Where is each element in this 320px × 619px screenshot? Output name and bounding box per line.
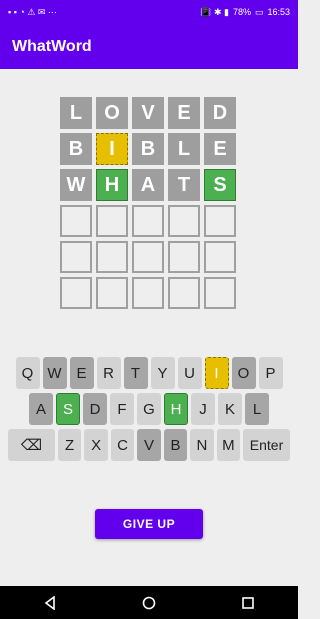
- board-cell: [60, 277, 92, 309]
- board-cell: S: [204, 169, 236, 201]
- board-cell: [168, 205, 200, 237]
- board-row: [60, 277, 240, 309]
- board-cell: T: [168, 169, 200, 201]
- signal-icons: 📳 ✱ ▮: [200, 6, 229, 17]
- board-cell: O: [96, 97, 128, 129]
- key-g[interactable]: G: [137, 393, 161, 425]
- board-cell: [168, 241, 200, 273]
- key-n[interactable]: N: [190, 429, 214, 461]
- key-e[interactable]: E: [69, 357, 94, 389]
- board-row: [60, 241, 240, 273]
- board-cell: [60, 205, 92, 237]
- key-o[interactable]: O: [231, 357, 256, 389]
- keyboard-row: ⌫ Z X C V B N M Enter: [8, 429, 290, 461]
- key-z[interactable]: Z: [57, 429, 82, 461]
- keyboard-row: ASDFGHJKL: [8, 393, 290, 425]
- board-row: LOVED: [60, 97, 240, 129]
- key-k[interactable]: K: [218, 393, 242, 425]
- backspace-key[interactable]: ⌫: [8, 429, 55, 461]
- status-bar: ▪ ▪ ◔ ⚠ ✉ ⋯ 📳 ✱ ▮ 78% ▭ 16:53: [0, 0, 298, 24]
- recents-square-icon[interactable]: [228, 586, 268, 619]
- board-cell: B: [60, 133, 92, 165]
- key-w[interactable]: W: [42, 357, 67, 389]
- board-row: WHATS: [60, 169, 240, 201]
- system-nav-bar: [0, 586, 298, 619]
- app-title: WhatWord: [12, 37, 92, 55]
- key-x[interactable]: X: [84, 429, 108, 461]
- app-bar: WhatWord: [0, 24, 298, 69]
- key-r[interactable]: R: [96, 357, 121, 389]
- key-p[interactable]: P: [258, 357, 283, 389]
- key-y[interactable]: Y: [150, 357, 175, 389]
- board-cell: L: [168, 133, 200, 165]
- key-u[interactable]: U: [177, 357, 202, 389]
- status-right: 📳 ✱ ▮ 78% ▭ 16:53: [200, 7, 290, 18]
- give-up-button[interactable]: GIVE UP: [95, 509, 203, 539]
- key-v[interactable]: V: [137, 429, 161, 461]
- key-h[interactable]: H: [164, 393, 188, 425]
- back-triangle-icon[interactable]: [30, 586, 70, 619]
- board-cell: H: [96, 169, 128, 201]
- key-c[interactable]: C: [110, 429, 135, 461]
- board-cell: [132, 241, 164, 273]
- board-cell: E: [204, 133, 236, 165]
- key-l[interactable]: L: [245, 393, 269, 425]
- board-cell: V: [132, 97, 164, 129]
- board-cell: [132, 277, 164, 309]
- board-cell: A: [132, 169, 164, 201]
- battery-icon: ▭: [254, 6, 264, 17]
- board-cell: [96, 241, 128, 273]
- notification-icons: ▪ ▪ ◔ ⚠ ✉ ⋯: [8, 6, 57, 17]
- board-cell: [96, 205, 128, 237]
- game-board: LOVEDBIBLEWHATS: [60, 97, 240, 313]
- home-circle-icon[interactable]: [129, 586, 169, 619]
- battery-percent: 78%: [232, 7, 251, 17]
- key-i[interactable]: I: [204, 357, 229, 389]
- board-cell: [204, 205, 236, 237]
- key-j[interactable]: J: [191, 393, 215, 425]
- on-screen-keyboard: Q W E R T Y U I O P A S D F G H J K L ⌫ Z X C V B N M Enter: [8, 357, 290, 465]
- board-cell: I: [96, 133, 128, 165]
- board-cell: [204, 241, 236, 273]
- key-a[interactable]: A: [29, 393, 53, 425]
- status-left-icons: ▪ ▪ ◔ ⚠ ✉ ⋯: [8, 7, 57, 18]
- board-row: BIBLE: [60, 133, 240, 165]
- key-m[interactable]: M: [216, 429, 241, 461]
- board-row: [60, 205, 240, 237]
- board-cell: [204, 277, 236, 309]
- board-cell: [132, 205, 164, 237]
- board-cell: B: [132, 133, 164, 165]
- board-cell: [168, 277, 200, 309]
- clock: 16:53: [267, 7, 290, 17]
- board-cell: [60, 241, 92, 273]
- key-q[interactable]: Q: [15, 357, 40, 389]
- board-cell: L: [60, 97, 92, 129]
- key-s[interactable]: S: [56, 393, 80, 425]
- key-b[interactable]: B: [163, 429, 188, 461]
- key-t[interactable]: T: [123, 357, 148, 389]
- key-d[interactable]: D: [83, 393, 107, 425]
- board-cell: E: [168, 97, 200, 129]
- board-cell: D: [204, 97, 236, 129]
- key-f[interactable]: F: [110, 393, 134, 425]
- keyboard-row: QWERTYUIOP: [8, 357, 290, 389]
- board-cell: [96, 277, 128, 309]
- enter-key[interactable]: Enter: [243, 429, 290, 461]
- board-cell: W: [60, 169, 92, 201]
